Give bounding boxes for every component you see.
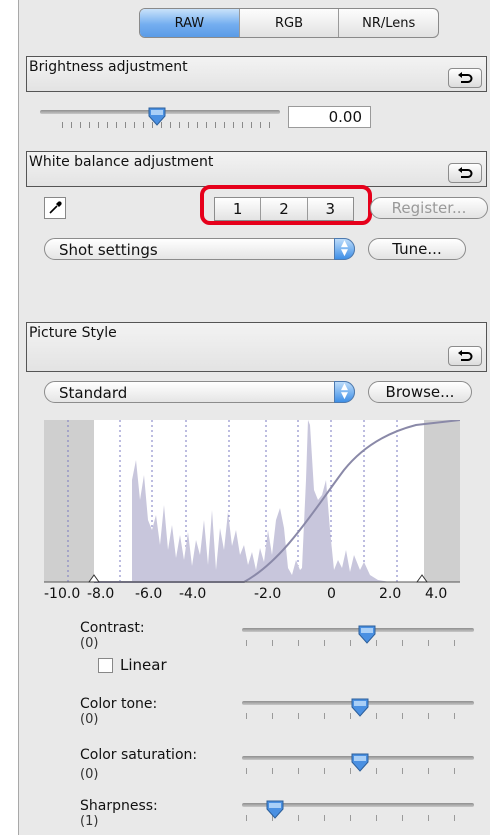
white-balance-reset-button[interactable] — [448, 163, 482, 183]
eyedropper-icon — [49, 201, 62, 214]
brightness-value-field[interactable]: 0.00 — [288, 106, 371, 128]
register-button[interactable]: Register... — [370, 197, 488, 219]
reset-arrow-icon — [458, 72, 473, 83]
slider-thumb-icon[interactable] — [266, 799, 284, 819]
white-balance-select-value: Shot settings — [59, 241, 158, 259]
tune-button[interactable]: Tune... — [368, 238, 466, 260]
slider-thumb-icon[interactable] — [358, 624, 376, 644]
linear-label: Linear — [120, 656, 167, 674]
color-saturation-slider[interactable] — [242, 752, 474, 776]
sharpness-slider[interactable] — [242, 799, 474, 823]
picture-style-title: Picture Style — [29, 325, 117, 341]
linear-checkbox[interactable] — [98, 658, 113, 673]
wb-button-1[interactable]: 1 — [215, 198, 260, 220]
axis-label: -10.0 — [44, 586, 81, 602]
picture-style-select[interactable]: Standard ▲ ▼ — [44, 381, 355, 403]
brightness-reset-button[interactable] — [448, 68, 482, 88]
slider-ticks — [62, 122, 276, 128]
wb-button-3[interactable]: 3 — [306, 198, 353, 220]
wb-button-2[interactable]: 2 — [260, 198, 306, 220]
tab-bar: RAW RGB NR/Lens — [139, 8, 439, 38]
axis-label: -4.0 — [179, 586, 207, 602]
sharpness-label: Sharpness: (1) — [80, 798, 158, 829]
tab-raw[interactable]: RAW — [140, 9, 239, 37]
tab-nr-lens[interactable]: NR/Lens — [338, 9, 438, 37]
white-balance-header: White balance adjustment — [26, 151, 487, 187]
contrast-label: Contrast: (0) — [80, 620, 145, 651]
contrast-slider[interactable] — [242, 624, 474, 648]
color-saturation-label: Color saturation: (0) — [80, 747, 198, 782]
white-balance-select[interactable]: Shot settings ▲ ▼ — [44, 238, 355, 260]
reset-arrow-icon — [458, 167, 473, 178]
axis-label: -6.0 — [135, 586, 163, 602]
brightness-slider[interactable] — [40, 106, 280, 130]
tone-curve-histogram[interactable] — [44, 420, 460, 592]
select-arrows-icon: ▲ ▼ — [334, 381, 355, 403]
eyedropper-button[interactable] — [44, 197, 66, 219]
wb-preset-buttons: 1 2 3 — [214, 197, 354, 221]
picture-style-select-value: Standard — [59, 384, 128, 402]
axis-label: -2.0 — [254, 586, 282, 602]
select-arrows-icon: ▲ ▼ — [334, 238, 355, 260]
brightness-header: Brightness adjustment — [26, 56, 487, 92]
color-tone-label: Color tone: (0) — [80, 696, 158, 727]
slider-thumb-icon[interactable] — [148, 106, 166, 126]
slider-thumb-icon[interactable] — [351, 752, 369, 772]
axis-label: 4.0 — [425, 586, 448, 602]
axis-label: -8.0 — [87, 586, 115, 602]
brightness-title: Brightness adjustment — [29, 59, 188, 75]
axis-label: 2.0 — [379, 586, 402, 602]
picture-style-reset-button[interactable] — [448, 346, 482, 366]
color-tone-slider[interactable] — [242, 697, 474, 721]
picture-style-header: Picture Style — [26, 322, 487, 372]
slider-thumb-icon[interactable] — [351, 697, 369, 717]
axis-label: 0 — [327, 586, 336, 602]
white-balance-title: White balance adjustment — [29, 154, 214, 170]
browse-button[interactable]: Browse... — [368, 381, 472, 403]
tab-rgb[interactable]: RGB — [238, 9, 339, 37]
reset-arrow-icon — [458, 350, 473, 361]
